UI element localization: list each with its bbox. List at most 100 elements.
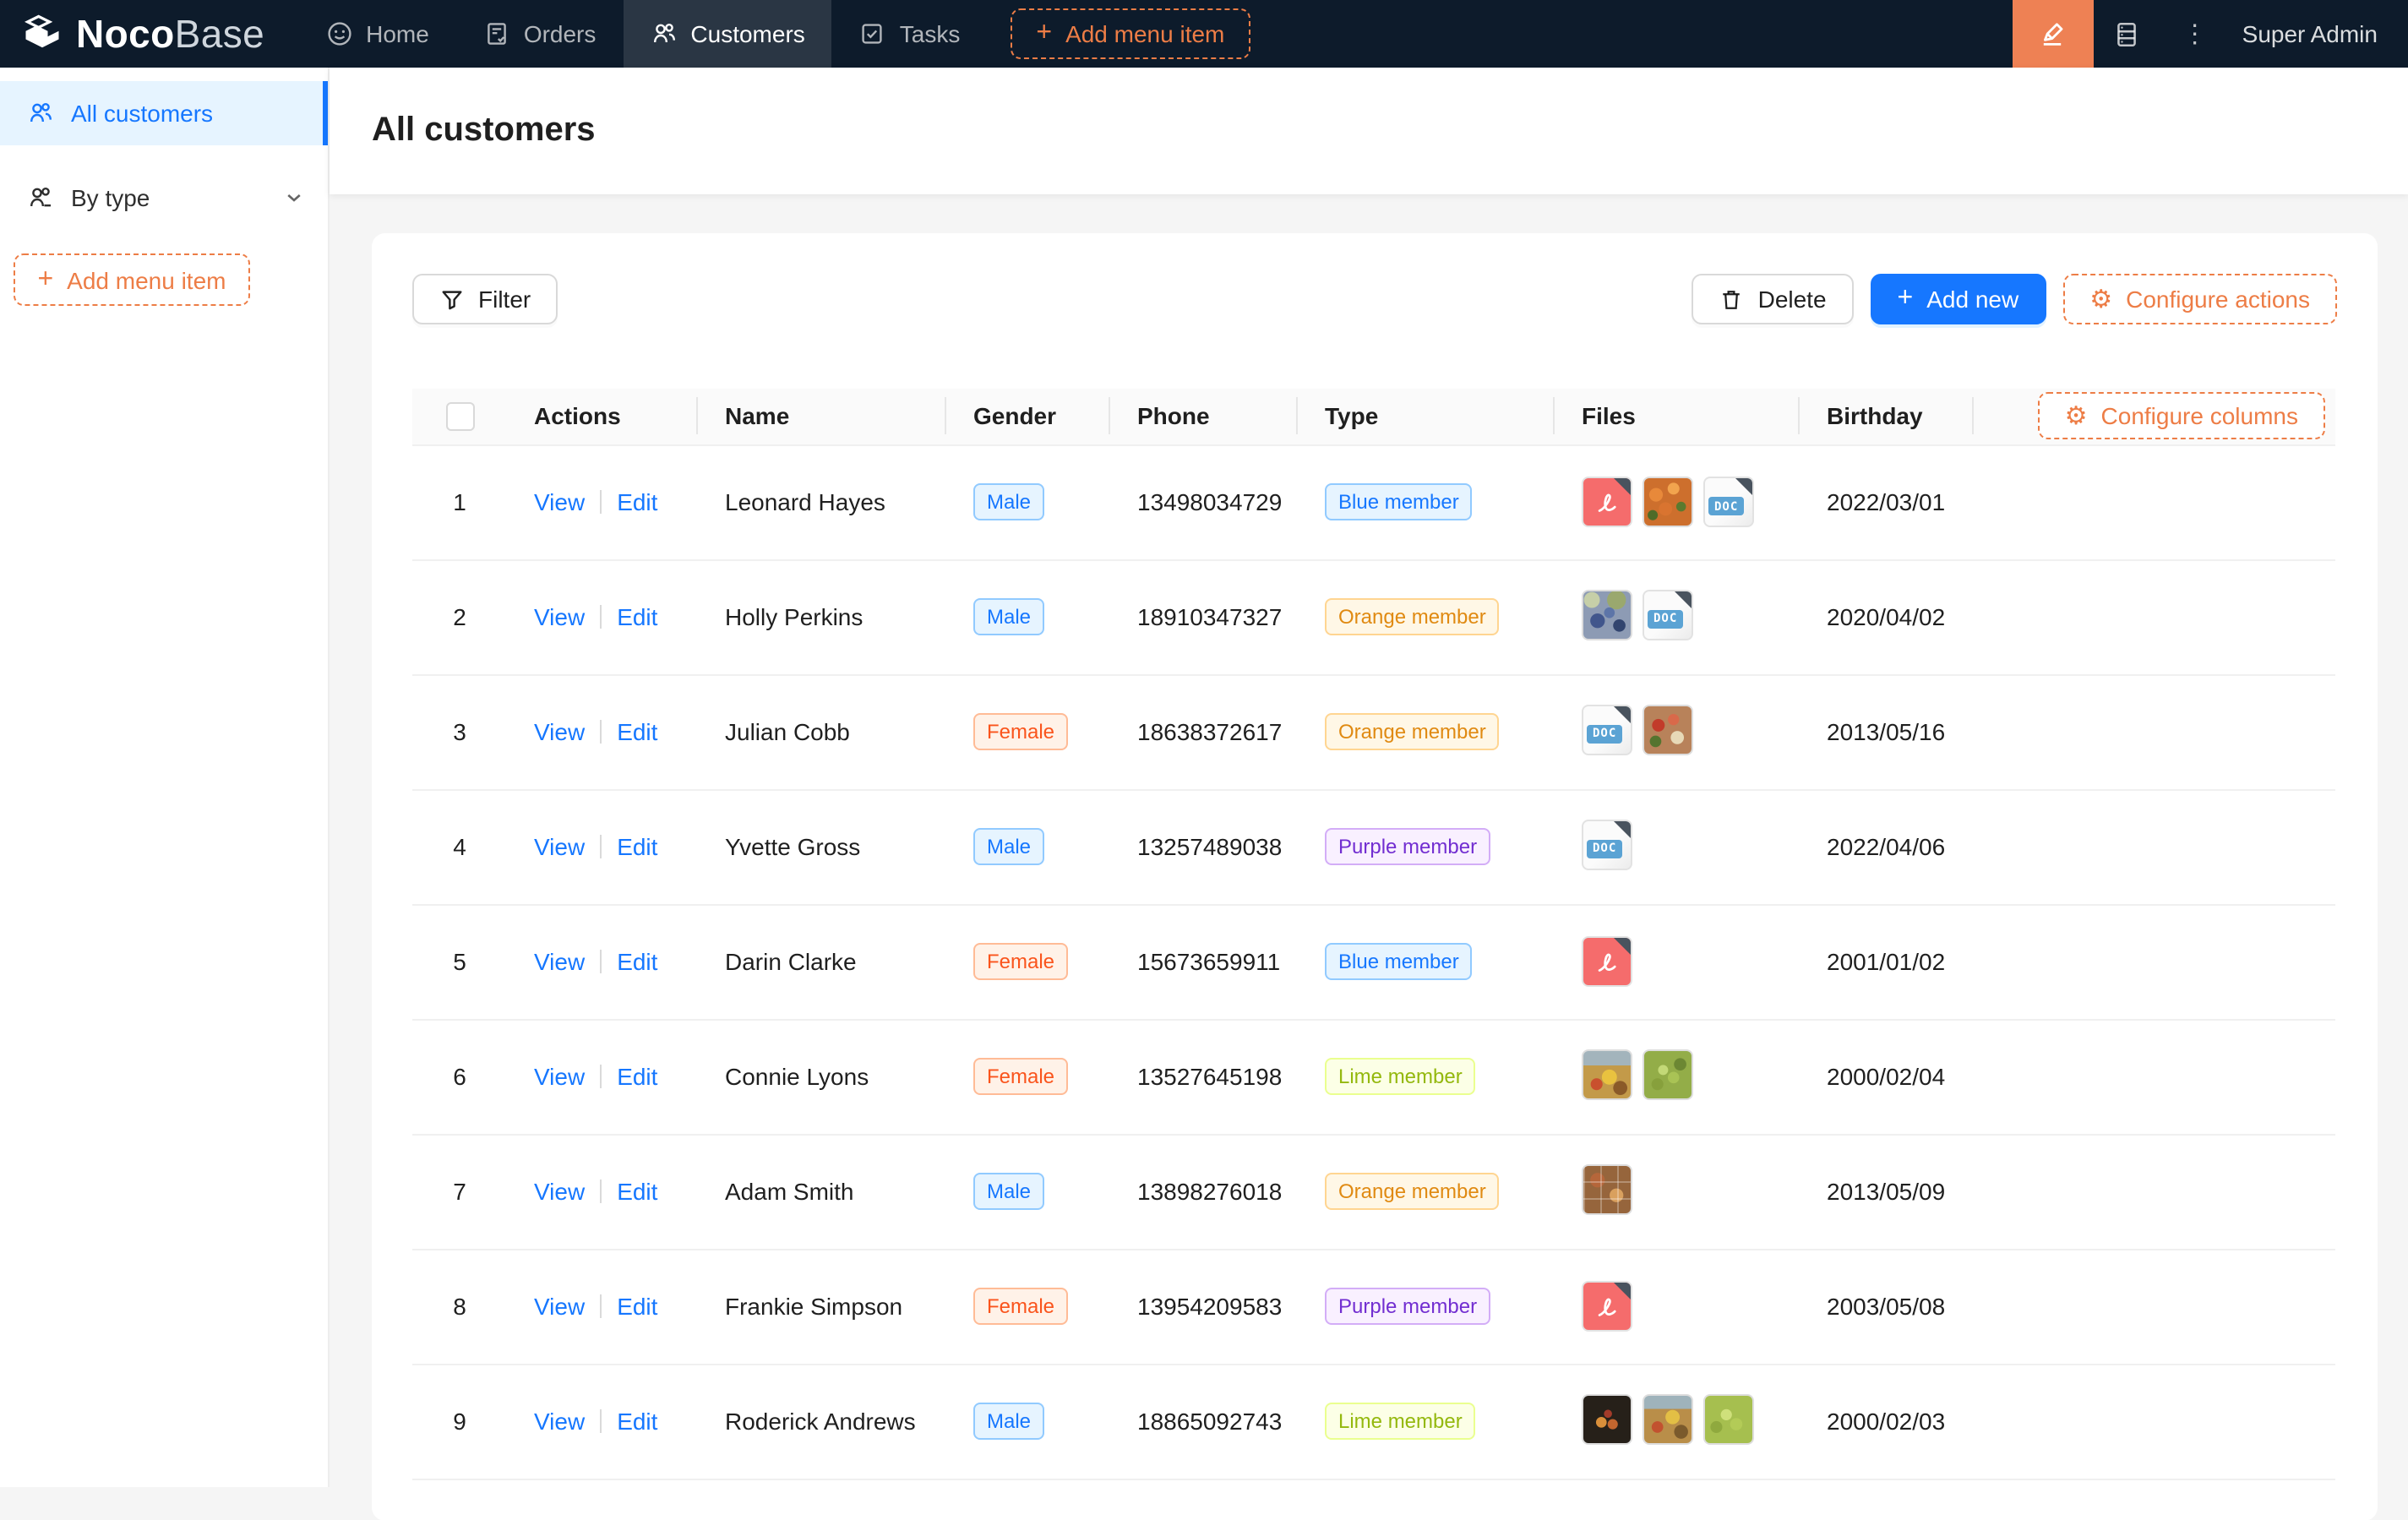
edit-link[interactable]: Edit xyxy=(617,603,657,630)
file-image-thumbnail[interactable] xyxy=(1582,589,1632,640)
customer-name: Yvette Gross xyxy=(725,833,860,860)
files-cell xyxy=(1582,1281,1632,1332)
file-pdf-icon[interactable] xyxy=(1582,1281,1632,1332)
file-image-thumbnail[interactable] xyxy=(1582,1393,1632,1444)
edit-link[interactable]: Edit xyxy=(617,1178,657,1205)
sidebar: All customers By type xyxy=(0,68,330,1487)
customer-phone: 18638372617 xyxy=(1137,718,1282,745)
action-divider xyxy=(600,605,602,629)
member-type-tag: Lime member xyxy=(1325,1058,1476,1095)
customers-table: Actions Name Gender Phone Type Files Bir… xyxy=(412,389,2335,1479)
row-index: 3 xyxy=(453,718,466,745)
column-header-name: Name xyxy=(698,389,946,444)
view-link[interactable]: View xyxy=(534,488,585,515)
file-image-thumbnail[interactable] xyxy=(1643,704,1693,755)
files-cell xyxy=(1582,1393,1754,1444)
view-link[interactable]: View xyxy=(534,718,585,745)
edit-link[interactable]: Edit xyxy=(617,1293,657,1320)
nocobase-logo-icon xyxy=(20,12,64,56)
customer-phone: 13898276018 xyxy=(1137,1178,1282,1205)
file-image-thumbnail[interactable] xyxy=(1582,1163,1632,1214)
row-index: 8 xyxy=(453,1293,466,1320)
table-header-row: Actions Name Gender Phone Type Files Bir… xyxy=(412,389,2335,444)
device-list-icon xyxy=(2113,19,2142,48)
add-new-button[interactable]: + Add new xyxy=(1871,274,2046,324)
edit-link[interactable]: Edit xyxy=(617,1063,657,1090)
edit-link[interactable]: Edit xyxy=(617,488,657,515)
file-pdf-icon[interactable] xyxy=(1582,936,1632,987)
file-image-thumbnail[interactable] xyxy=(1643,1393,1693,1444)
file-image-thumbnail[interactable] xyxy=(1643,1049,1693,1099)
edit-link[interactable]: Edit xyxy=(617,948,657,975)
ellipsis-vertical-icon: ⋮ xyxy=(2182,19,2208,49)
file-doc-icon[interactable]: DOC xyxy=(1643,589,1693,640)
gender-tag: Female xyxy=(973,943,1068,980)
gender-tag: Male xyxy=(973,828,1044,865)
row-index: 5 xyxy=(453,948,466,975)
file-image-thumbnail[interactable] xyxy=(1643,477,1693,527)
action-divider xyxy=(600,1179,602,1203)
view-link[interactable]: View xyxy=(534,833,585,860)
top-menu-item-home[interactable]: Home xyxy=(298,0,456,68)
main-content: All customers Filter xyxy=(330,68,2408,1487)
select-all-header xyxy=(412,389,507,444)
customer-phone: 18865092743 xyxy=(1137,1408,1282,1435)
view-link[interactable]: View xyxy=(534,1408,585,1435)
customer-name: Darin Clarke xyxy=(725,948,857,975)
edit-link[interactable]: Edit xyxy=(617,718,657,745)
view-link[interactable]: View xyxy=(534,603,585,630)
column-header-type: Type xyxy=(1298,389,1555,444)
file-pdf-icon[interactable] xyxy=(1582,477,1632,527)
view-link[interactable]: View xyxy=(534,1293,585,1320)
select-all-checkbox[interactable] xyxy=(445,402,474,431)
configure-actions-label: Configure actions xyxy=(2126,286,2310,313)
sidebar-item-label: All customers xyxy=(71,100,213,127)
top-menu-item-orders[interactable]: Orders xyxy=(456,0,624,68)
brand-logo[interactable]: NocoBase xyxy=(0,0,281,68)
column-header-actions: Actions xyxy=(507,389,698,444)
more-actions-button[interactable]: ⋮ xyxy=(2161,0,2229,68)
top-nav-right: ⋮ Super Admin xyxy=(2013,0,2408,68)
sidebar-item-label: By type xyxy=(71,184,150,211)
view-link[interactable]: View xyxy=(534,1178,585,1205)
sidebar-item-all-customers[interactable]: All customers xyxy=(0,81,328,145)
column-header-files: Files xyxy=(1555,389,1800,444)
view-link[interactable]: View xyxy=(534,1063,585,1090)
sidebar-item-by-type[interactable]: By type xyxy=(0,166,328,230)
sidebar-add-menu-item-label: Add menu item xyxy=(67,266,226,293)
member-type-tag: Orange member xyxy=(1325,713,1500,750)
top-menu-item-customers[interactable]: Customers xyxy=(623,0,831,68)
customer-name: Holly Perkins xyxy=(725,603,863,630)
file-image-thumbnail[interactable] xyxy=(1703,1393,1754,1444)
ui-editor-button[interactable] xyxy=(2013,0,2094,68)
row-index: 4 xyxy=(453,833,466,860)
highlighter-icon xyxy=(2038,19,2068,49)
brand-name-bold: Noco xyxy=(76,11,175,55)
filter-button[interactable]: Filter xyxy=(412,274,558,324)
customer-phone: 15673659911 xyxy=(1137,948,1280,975)
delete-button[interactable]: Delete xyxy=(1692,274,1854,324)
configure-actions-button[interactable]: ⚙ Configure actions xyxy=(2062,274,2337,324)
configure-columns-button[interactable]: ⚙ Configure columns xyxy=(2038,393,2325,440)
top-add-menu-item-button[interactable]: + Add menu item xyxy=(1011,8,1250,59)
mobile-devices-button[interactable] xyxy=(2094,0,2161,68)
edit-link[interactable]: Edit xyxy=(617,833,657,860)
file-image-thumbnail[interactable] xyxy=(1582,1049,1632,1099)
customer-birthday: 2013/05/09 xyxy=(1827,1178,1945,1205)
action-divider xyxy=(600,835,602,858)
file-doc-icon[interactable]: DOC xyxy=(1582,704,1632,755)
file-doc-icon[interactable]: DOC xyxy=(1703,477,1754,527)
user-menu[interactable]: Super Admin xyxy=(2229,0,2408,68)
edit-link[interactable]: Edit xyxy=(617,1408,657,1435)
table-row: 1 ViewEdit Leonard Hayes Male 1349803472… xyxy=(412,444,2335,559)
file-doc-icon[interactable]: DOC xyxy=(1582,819,1632,869)
files-cell: DOC xyxy=(1582,819,1632,869)
sidebar-add-menu-item-button[interactable]: + Add menu item xyxy=(14,253,250,306)
customer-phone: 13954209583 xyxy=(1137,1293,1282,1320)
plus-icon: + xyxy=(1898,286,1914,313)
member-type-tag: Orange member xyxy=(1325,1173,1500,1210)
files-cell xyxy=(1582,1163,1632,1214)
view-link[interactable]: View xyxy=(534,948,585,975)
top-menu-item-tasks[interactable]: Tasks xyxy=(832,0,988,68)
nocobase-app: NocoBase Home Orders Customers Tasks + A… xyxy=(0,0,2408,1487)
